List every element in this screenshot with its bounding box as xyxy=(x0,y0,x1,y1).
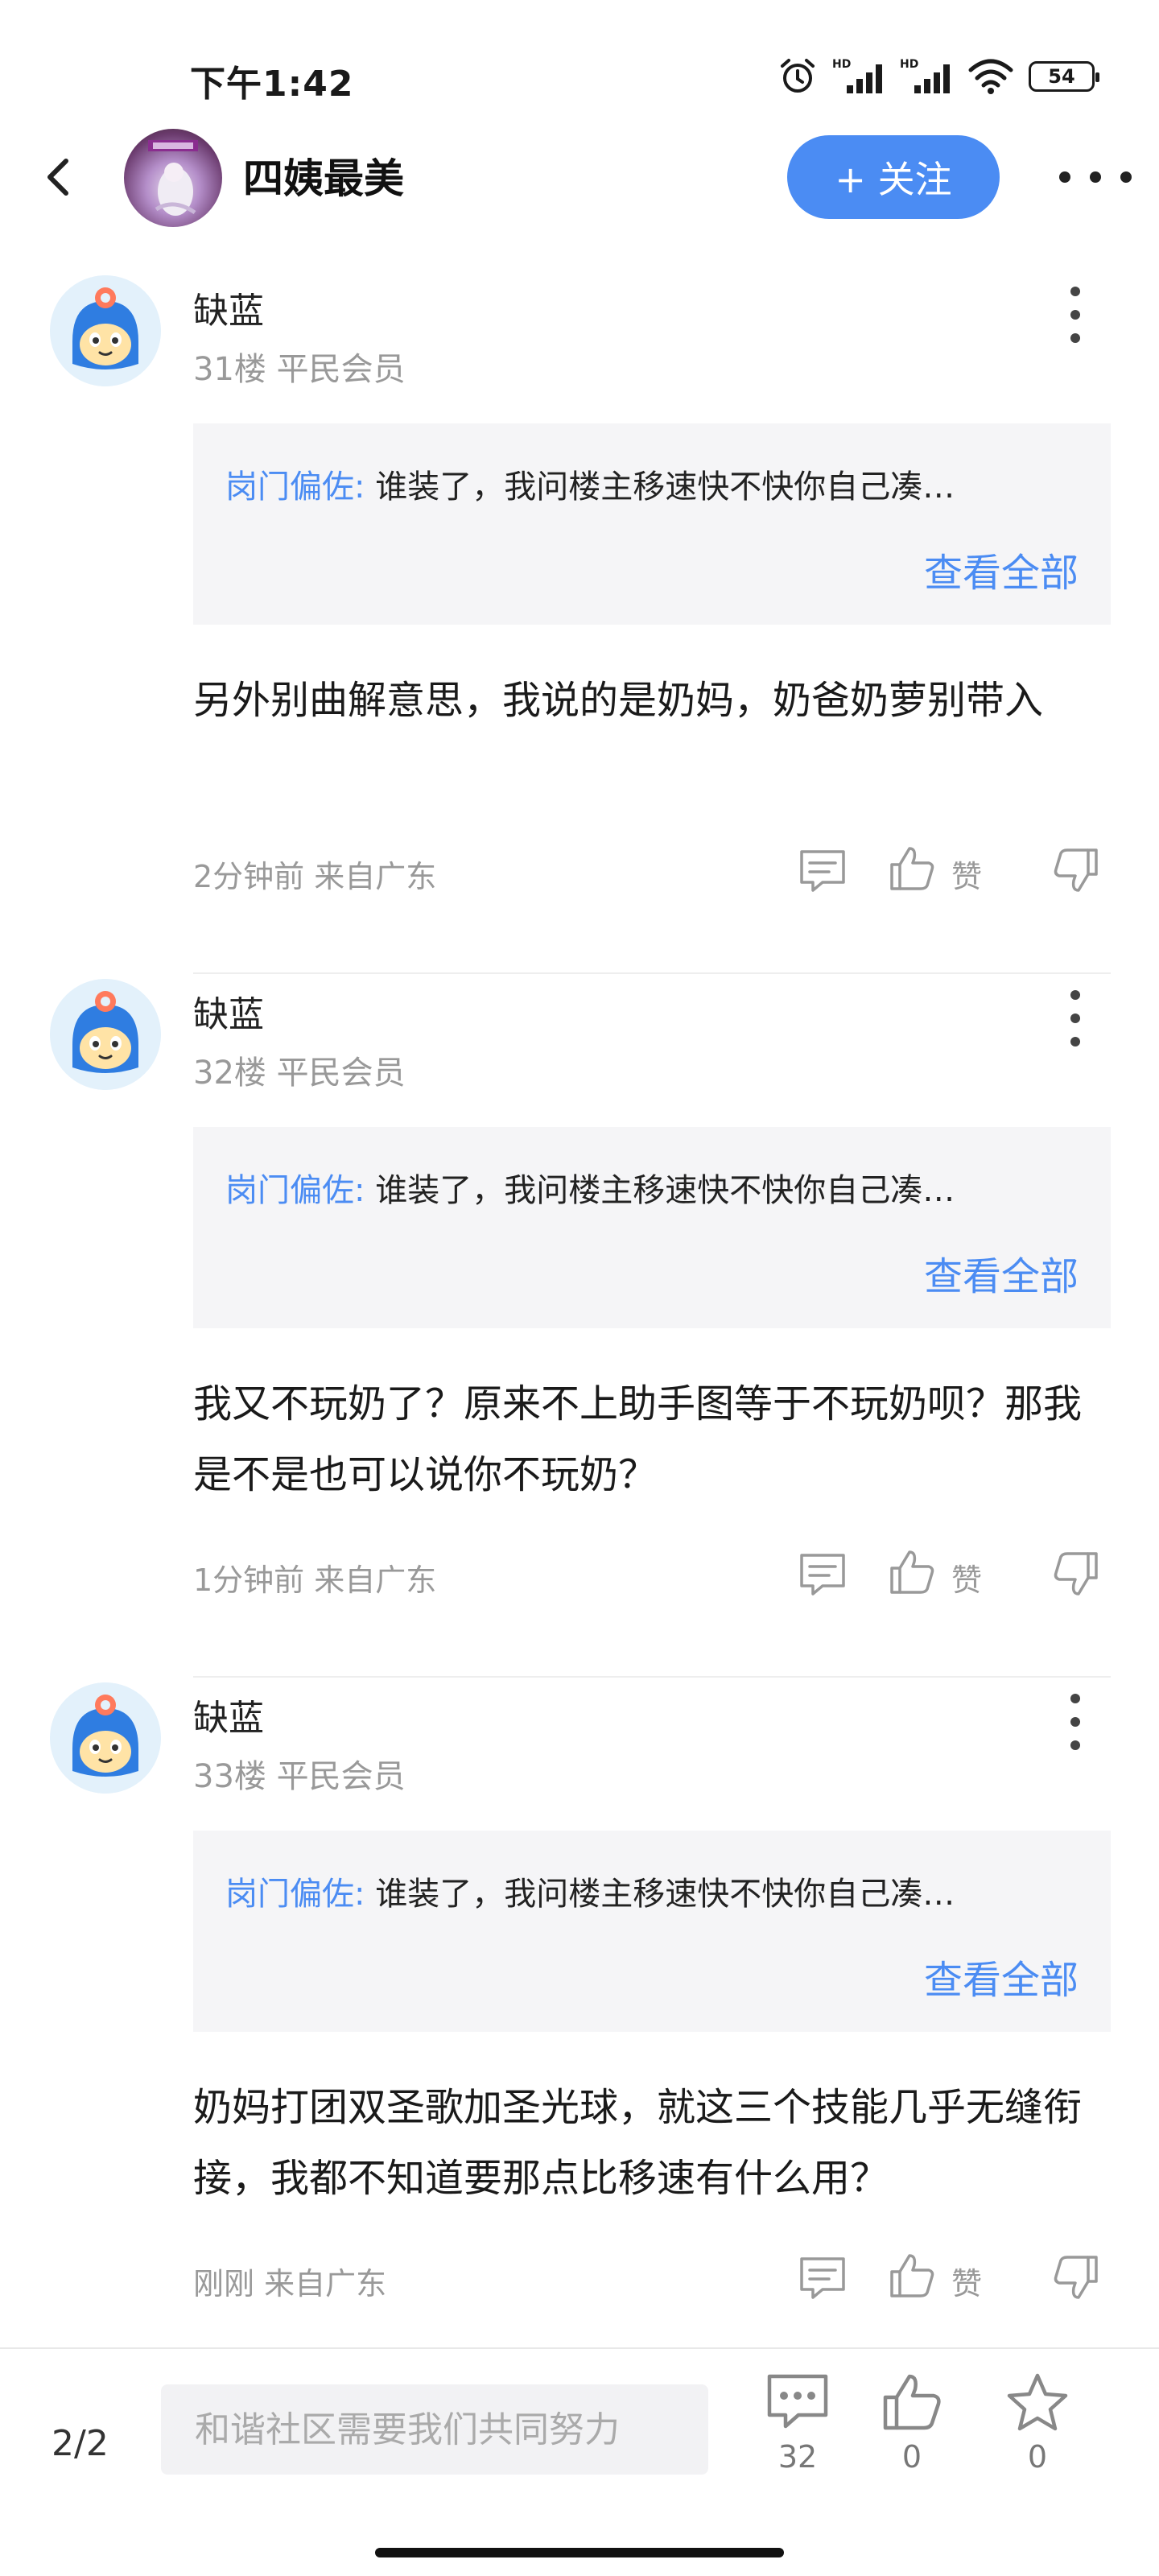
post-time-location: 刚刚 来自广东 xyxy=(193,2266,387,2301)
thumbs-down-icon[interactable] xyxy=(1051,1549,1101,1599)
signal-icon-1: HD xyxy=(832,58,882,93)
post-meta: 31楼 平民会员 xyxy=(193,343,406,390)
home-indicator[interactable] xyxy=(375,2548,784,2557)
member-rank: 平民会员 xyxy=(276,1758,406,1795)
avatar-image xyxy=(50,275,161,386)
post-footer: 1分钟前 来自广东 赞 xyxy=(193,1547,1119,1599)
post-meta: 32楼 平民会员 xyxy=(193,1046,406,1093)
thumbs-down-icon[interactable] xyxy=(1051,2252,1101,2302)
post-time-location: 1分钟前 来自广东 xyxy=(193,1563,437,1598)
member-rank: 平民会员 xyxy=(276,1055,406,1092)
forum-name[interactable]: 四姨最美 xyxy=(243,147,404,204)
floor-number: 32楼 xyxy=(193,1055,266,1092)
post-username[interactable]: 缺蓝 xyxy=(193,282,264,333)
post-username[interactable]: 缺蓝 xyxy=(193,985,264,1037)
avatar-image xyxy=(50,979,161,1090)
reply-icon[interactable] xyxy=(797,1550,848,1599)
forum-avatar[interactable] xyxy=(124,129,222,227)
thumbs-up-icon[interactable] xyxy=(887,1547,937,1597)
post-body: 奶妈打团双圣歌加圣光球，就这三个技能几乎无缝衔接，我都不知道要那点比移速有什么用… xyxy=(193,2085,1083,2201)
post-footer: 2分钟前 来自广东 赞 xyxy=(193,844,1119,895)
avatar-image xyxy=(50,1682,161,1794)
forum-header: 四姨最美 + 关注 xyxy=(0,121,1159,233)
quote-content: 谁装了，我问楼主移速快不快你自己凑… xyxy=(375,1172,955,1209)
quote-author[interactable]: 岗门偏佐: xyxy=(225,1172,365,1209)
like-label[interactable]: 赞 xyxy=(951,1555,982,1600)
favorite-count: 0 xyxy=(1027,2439,1048,2475)
reply-icon[interactable] xyxy=(797,2254,848,2302)
quote-text: 岗门偏佐: 谁装了，我问楼主移速快不快你自己凑… xyxy=(225,460,955,507)
status-icons: HD HD 54 xyxy=(777,55,1099,98)
view-all-link[interactable]: 查看全部 xyxy=(924,1948,1079,2004)
quote-author[interactable]: 岗门偏佐: xyxy=(225,469,365,506)
reply-icon[interactable] xyxy=(797,847,848,895)
thumbs-up-icon[interactable] xyxy=(887,844,937,894)
battery-indicator: 54 xyxy=(1029,61,1099,92)
chevron-left-icon xyxy=(47,159,68,196)
like-label[interactable]: 赞 xyxy=(951,852,982,896)
quote-author[interactable]: 岗门偏佐: xyxy=(225,1876,365,1913)
post-menu-icon[interactable] xyxy=(1061,287,1090,343)
comment-bubble-icon xyxy=(767,2374,828,2429)
more-dots-icon[interactable] xyxy=(1059,153,1132,201)
wifi-icon xyxy=(968,59,1013,94)
like-button[interactable]: 0 xyxy=(868,2372,956,2508)
post-footer: 刚刚 来自广东 赞 xyxy=(193,2251,1119,2302)
thumbs-up-icon[interactable] xyxy=(887,2251,937,2301)
favorite-button[interactable]: 0 xyxy=(993,2372,1082,2508)
back-button[interactable] xyxy=(34,151,82,203)
bottom-action-bar: 2/2 32 0 0 xyxy=(0,2347,1159,2576)
post-divider xyxy=(193,1676,1111,1678)
like-label[interactable]: 赞 xyxy=(951,2259,982,2303)
like-count: 0 xyxy=(901,2439,922,2475)
post-menu-icon[interactable] xyxy=(1061,990,1090,1046)
comment-count: 32 xyxy=(777,2439,818,2475)
signal-icon-2: HD xyxy=(900,58,950,93)
post-meta: 33楼 平民会员 xyxy=(193,1750,406,1797)
star-icon xyxy=(1007,2373,1068,2431)
quoted-reply[interactable]: 岗门偏佐: 谁装了，我问楼主移速快不快你自己凑… 查看全部 xyxy=(193,423,1111,625)
quoted-reply[interactable]: 岗门偏佐: 谁装了，我问楼主移速快不快你自己凑… 查看全部 xyxy=(193,1127,1111,1328)
view-all-link[interactable]: 查看全部 xyxy=(924,1245,1079,1301)
follow-button[interactable]: + 关注 xyxy=(787,135,1000,219)
post-divider xyxy=(193,972,1111,974)
page-indicator[interactable]: 2/2 xyxy=(52,2423,109,2464)
thumbs-up-icon xyxy=(883,2374,941,2430)
view-all-link[interactable]: 查看全部 xyxy=(924,541,1079,597)
comment-input[interactable] xyxy=(161,2384,708,2475)
floor-number: 33楼 xyxy=(193,1758,266,1795)
floor-number: 31楼 xyxy=(193,351,266,388)
post-body: 另外别曲解意思，我说的是奶妈，奶爸奶萝别带入 xyxy=(193,678,1044,723)
thumbs-down-icon[interactable] xyxy=(1051,845,1101,895)
post-menu-icon[interactable] xyxy=(1061,1694,1090,1750)
forum-avatar-image xyxy=(148,140,198,216)
svg-text:HD: HD xyxy=(900,58,918,71)
quote-content: 谁装了，我问楼主移速快不快你自己凑… xyxy=(375,1876,955,1913)
quoted-reply[interactable]: 岗门偏佐: 谁装了，我问楼主移速快不快你自己凑… 查看全部 xyxy=(193,1831,1111,2032)
quote-text: 岗门偏佐: 谁装了，我问楼主移速快不快你自己凑… xyxy=(225,1164,955,1211)
quote-content: 谁装了，我问楼主移速快不快你自己凑… xyxy=(375,469,955,506)
alarm-icon xyxy=(781,59,815,93)
avatar[interactable] xyxy=(50,275,161,386)
avatar[interactable] xyxy=(50,1682,161,1794)
quote-text: 岗门偏佐: 谁装了，我问楼主移速快不快你自己凑… xyxy=(225,1868,955,1914)
post-username[interactable]: 缺蓝 xyxy=(193,1689,264,1740)
post-time-location: 2分钟前 来自广东 xyxy=(193,859,437,894)
status-time: 下午1:42 xyxy=(190,64,354,105)
post-body: 我又不玩奶了？原来不上助手图等于不玩奶呗？那我是不是也可以说你不玩奶？ xyxy=(193,1381,1083,1497)
member-rank: 平民会员 xyxy=(276,351,406,388)
svg-text:HD: HD xyxy=(832,58,851,71)
avatar[interactable] xyxy=(50,979,161,1090)
comments-button[interactable]: 32 xyxy=(753,2372,842,2508)
